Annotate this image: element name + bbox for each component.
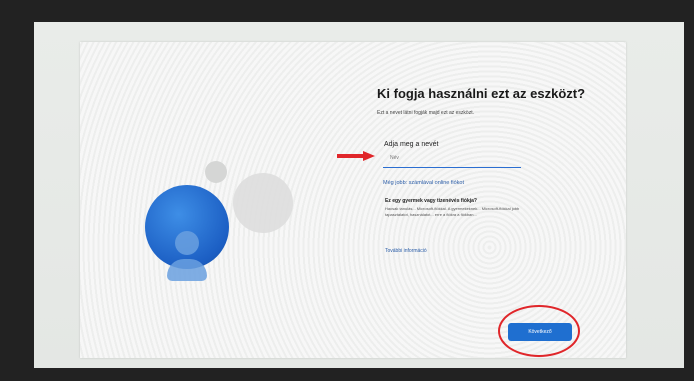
decor-bubble-gray bbox=[233, 173, 293, 233]
avatar-shoulders bbox=[167, 259, 207, 281]
info-paragraph: Hacsak tanulás... Microsoft-fiókkal. A g… bbox=[385, 206, 520, 217]
user-avatar-icon bbox=[145, 185, 229, 281]
page-subtitle: Ezt a nevet látni fogják majd ezt az esz… bbox=[377, 110, 474, 116]
name-input[interactable]: Név bbox=[383, 152, 521, 168]
red-arrow-icon bbox=[337, 151, 375, 161]
child-account-heading: Ez egy gyermek vagy tizenévés fiókja? bbox=[385, 198, 477, 204]
name-input-placeholder: Név bbox=[390, 155, 399, 161]
avatar-illustration bbox=[145, 155, 293, 281]
avatar-head bbox=[175, 231, 199, 255]
online-account-link[interactable]: Még jobb: számlával online fiókot bbox=[383, 180, 464, 186]
page-title: Ki fogja használni ezt az eszközt? bbox=[377, 86, 586, 101]
annotation-circle bbox=[498, 305, 580, 357]
more-info-link[interactable]: További információ bbox=[385, 248, 427, 254]
name-field-label: Adja meg a nevét bbox=[384, 141, 439, 148]
decor-bubble-small bbox=[205, 161, 227, 183]
